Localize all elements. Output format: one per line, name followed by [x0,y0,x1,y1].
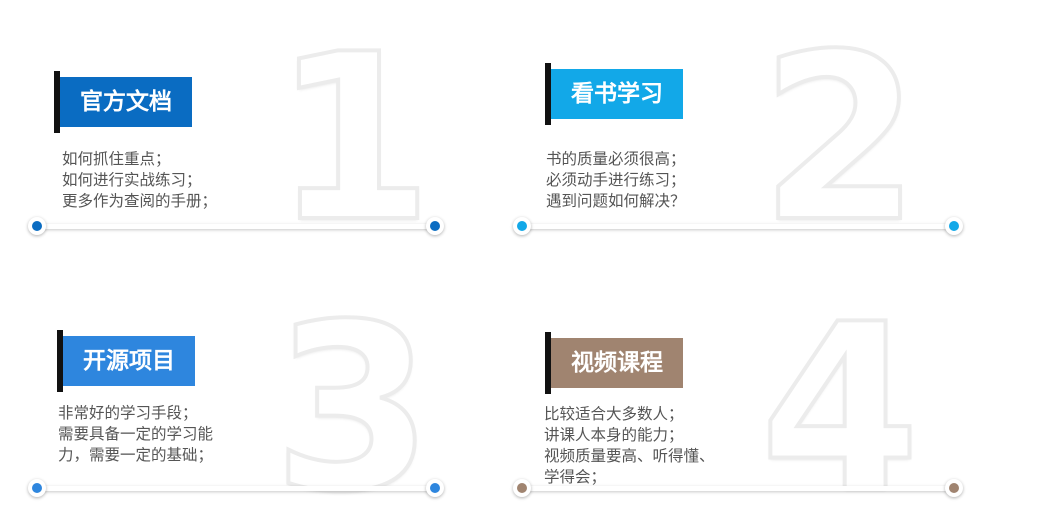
title-reading-books: 看书学习 [545,63,683,125]
numeral-1: 1 [271,6,435,273]
description: 比较适合大多数人； 讲课人本身的能力； 视频质量要高、听得懂、 学得会； [544,404,715,488]
desc-line: 视频质量要高、听得懂、 [544,447,715,465]
desc-line: 力，需要一定的基础； [58,446,214,464]
description: 书的质量必须很高； 必须动手进行练习； 遇到问题如何解决？ [546,149,686,212]
card-video-courses: 4 视频课程 比较适合大多数人； 讲课人本身的能力； 视频质量要高、听得懂、 学… [510,290,990,526]
connector-line [35,224,435,229]
dot-right [426,479,444,497]
title-official-docs: 官方文档 [54,71,192,133]
desc-line: 更多作为查阅的手册； [62,192,218,210]
desc-line: 需要具备一定的学习能 [58,425,214,443]
dot-left [513,217,531,235]
numeral-2: 2 [758,6,922,273]
desc-line: 遇到问题如何解决？ [546,192,686,210]
connector-line [35,486,435,491]
dot-left [28,479,46,497]
dot-right [426,217,444,235]
description: 如何抓住重点； 如何进行实战练习； 更多作为查阅的手册； [62,149,217,212]
desc-line: 学得会； [544,468,607,486]
description: 非常好的学习手段； 需要具备一定的学习能 力，需要一定的基础； [58,403,213,466]
title-open-source: 开源项目 [57,330,195,392]
desc-line: 讲课人本身的能力； [544,426,684,444]
desc-line: 比较适合大多数人； [544,405,684,423]
desc-line: 非常好的学习手段； [58,404,198,422]
dot-left [513,479,531,497]
card-open-source: 3 开源项目 非常好的学习手段； 需要具备一定的学习能 力，需要一定的基础； [25,290,505,526]
desc-line: 书的质量必须很高； [546,150,686,168]
dot-right [945,217,963,235]
title-video-courses: 视频课程 [545,332,683,394]
card-reading-books: 2 看书学习 书的质量必须很高； 必须动手进行练习； 遇到问题如何解决？ [510,23,990,270]
connector-line [520,224,955,229]
dot-left [28,217,46,235]
desc-line: 必须动手进行练习； [546,171,686,189]
desc-line: 如何抓住重点； [62,150,171,168]
dot-right [945,479,963,497]
desc-line: 如何进行实战练习； [62,171,202,189]
card-official-docs: 1 官方文档 如何抓住重点； 如何进行实战练习； 更多作为查阅的手册； [25,23,505,270]
